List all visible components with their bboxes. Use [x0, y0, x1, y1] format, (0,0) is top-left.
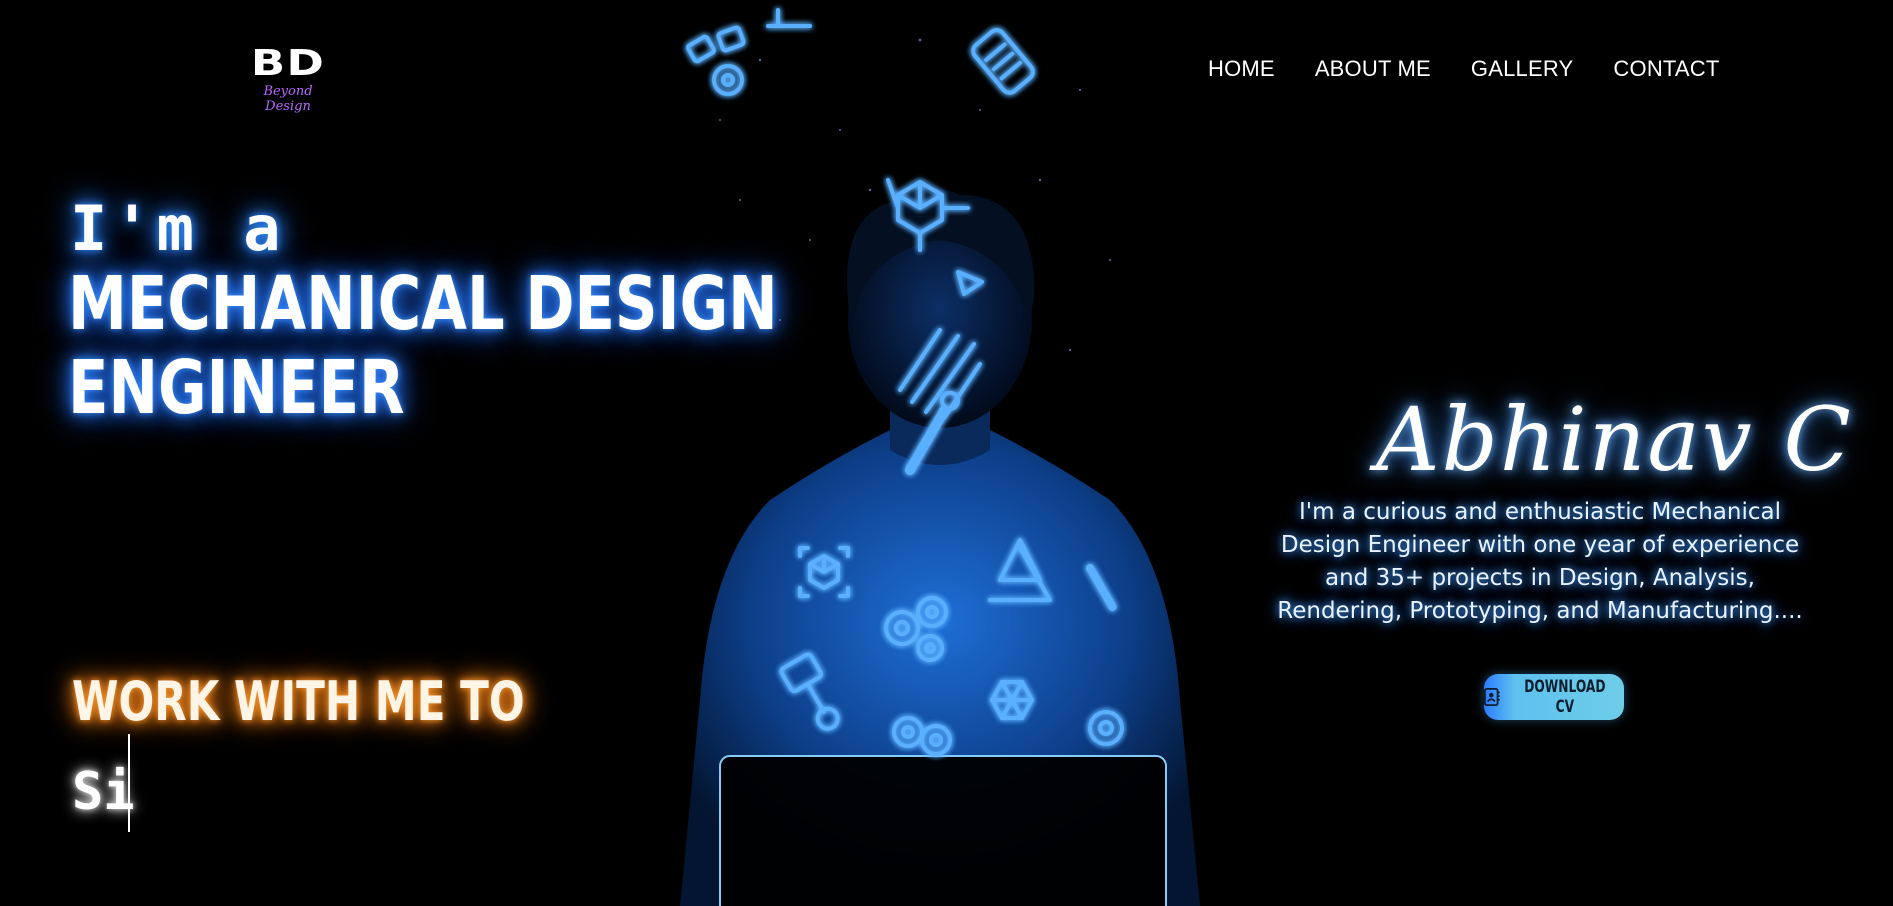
nav-gallery[interactable]: GALLERY	[1471, 56, 1574, 82]
logo-tagline: Beyond Design	[263, 84, 313, 114]
hero-cta-heading: WORK WITH ME TO	[72, 670, 525, 733]
nav-contact[interactable]: CONTACT	[1613, 56, 1719, 82]
laptop	[719, 755, 1167, 906]
main-nav: HOME ABOUT ME GALLERY CONTACT	[1208, 56, 1720, 82]
profile-bio: I'm a curious and enthusiastic Mechanica…	[1277, 499, 1803, 624]
logo-mark: BD	[250, 43, 326, 84]
download-cv-button[interactable]: DOWNLOAD CV	[1484, 674, 1624, 720]
logo[interactable]: BD Beyond Design	[240, 46, 336, 115]
contact-card-icon	[1484, 687, 1500, 707]
hero-intro: I'm a	[70, 192, 287, 265]
hero-figure-image	[660, 0, 1220, 906]
nav-about-me[interactable]: ABOUT ME	[1315, 56, 1431, 82]
typed-text: Si	[72, 762, 135, 822]
download-cv-label: DOWNLOAD CV	[1524, 677, 1606, 717]
profile-name: Abhinav C	[1376, 388, 1853, 491]
typing-cursor	[128, 734, 130, 832]
